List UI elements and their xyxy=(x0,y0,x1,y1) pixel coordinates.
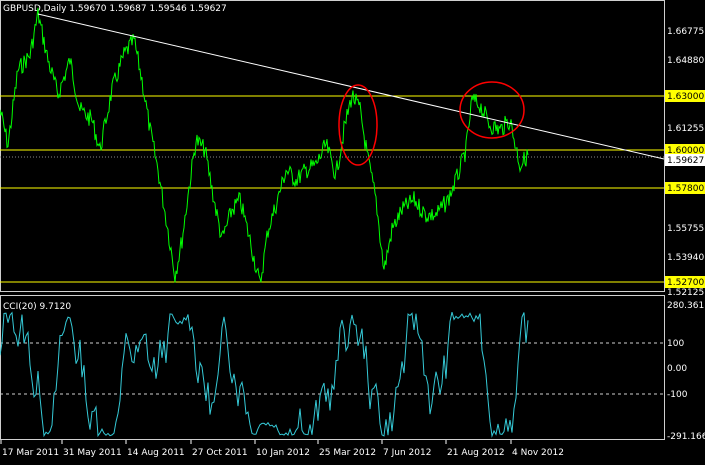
trading-chart[interactable]: GBPUSD,Daily 1.59670 1.59687 1.59546 1.5… xyxy=(0,0,705,461)
price-tick: 1.66775 xyxy=(667,27,704,37)
time-label: 4 Nov 2012 xyxy=(512,448,564,458)
cci-tick: -100 xyxy=(667,390,688,400)
price-tag-15270: 1.52700 xyxy=(667,278,704,288)
cci-tick: 280.3617 xyxy=(667,301,705,311)
cci-tick: 100 xyxy=(667,339,684,349)
price-tag-15780: 1.57800 xyxy=(667,184,704,194)
price-tick: 1.53940 xyxy=(667,253,704,263)
time-label: 17 Mar 2011 xyxy=(2,448,59,458)
price-tick: 1.52125 xyxy=(667,288,704,298)
cci-header: CCI(20) 9.7120 xyxy=(3,302,71,312)
cci-tick: 0.00 xyxy=(667,364,687,374)
time-label: 25 Mar 2012 xyxy=(319,448,376,458)
price-tick: 1.55755 xyxy=(667,224,704,234)
price-tag-16300: 1.63000 xyxy=(667,92,704,102)
price-tick: 1.61255 xyxy=(667,124,704,134)
cci-tick: -291.166 xyxy=(667,432,705,442)
chart-background xyxy=(0,0,705,461)
time-label: 31 May 2011 xyxy=(63,448,122,458)
time-label: 27 Oct 2011 xyxy=(192,448,248,458)
price-header: GBPUSD,Daily 1.59670 1.59687 1.59546 1.5… xyxy=(3,4,227,14)
current-price-tag: 1.59627 xyxy=(667,156,704,166)
time-label: 7 Jun 2012 xyxy=(383,448,431,458)
time-label: 10 Jan 2012 xyxy=(256,448,310,458)
time-label: 21 Aug 2012 xyxy=(447,448,505,458)
time-label: 14 Aug 2011 xyxy=(127,448,185,458)
price-tick: 1.64880 xyxy=(667,56,704,66)
